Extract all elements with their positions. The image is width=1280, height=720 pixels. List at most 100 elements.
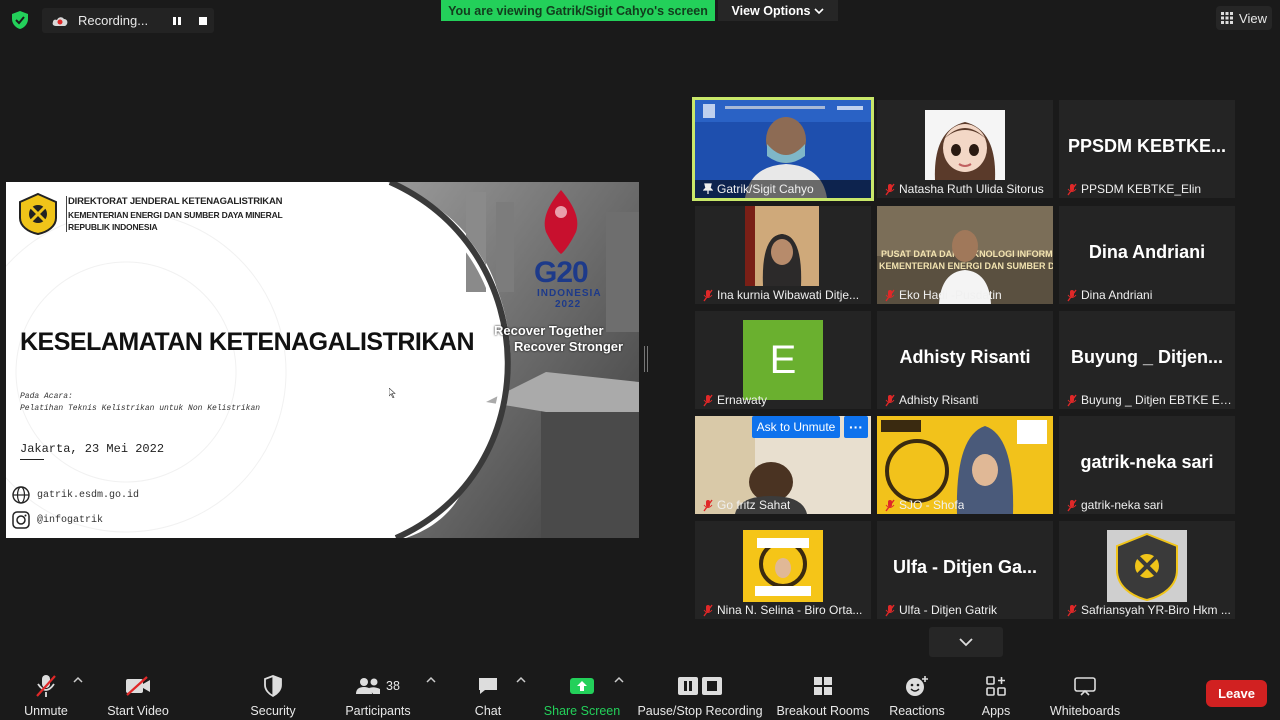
panel-splitter[interactable] (644, 346, 648, 372)
org-line-3: REPUBLIK INDONESIA (68, 222, 158, 232)
breakout-rooms-button[interactable]: Breakout Rooms (776, 664, 870, 720)
participant-name: Gatrik/Sigit Cahyo (703, 182, 814, 196)
video-tile-safriansyah[interactable]: Safriansyah YR-Biro Hkm ... (1059, 521, 1235, 619)
video-tile-eko-hadi[interactable]: PUSAT DATA DAN TEKNOLOGI INFORMASI KEMEN… (877, 206, 1053, 304)
security-button[interactable]: Security (245, 664, 301, 720)
security-shield-icon[interactable] (10, 10, 30, 30)
globe-icon (12, 486, 30, 504)
video-tile-ulfa[interactable]: Ulfa - Ditjen Ga... Ulfa - Ditjen Gatrik (877, 521, 1053, 619)
shield-icon (263, 672, 283, 700)
recording-indicator: Recording... (42, 8, 214, 33)
participant-video (745, 206, 819, 286)
meeting-toolbar: Unmute Start Video Security 38 Participa… (0, 664, 1280, 720)
muted-mic-icon (885, 183, 895, 195)
org-line-2: KEMENTERIAN ENERGI DAN SUMBER DAYA MINER… (68, 210, 283, 220)
video-tile-go-fritz-sahat[interactable]: Ask to Unmute ··· Go fritz Sahat (695, 416, 871, 514)
participant-name: PPSDM KEBTKE_Elin (1067, 182, 1201, 196)
avatar-letter: E (743, 320, 823, 400)
video-tile-dina-andriani[interactable]: Dina Andriani Dina Andriani (1059, 206, 1235, 304)
reactions-button[interactable]: Reactions (888, 664, 946, 720)
muted-mic-icon (1067, 394, 1077, 406)
participant-display-name: Ulfa - Ditjen Ga... (892, 557, 1038, 577)
breakout-rooms-icon (813, 672, 833, 700)
muted-microphone-icon (35, 672, 57, 700)
g20-country: INDONESIA (537, 288, 602, 299)
apps-icon (986, 672, 1006, 700)
video-tile-ina-kurnia[interactable]: Ina kurnia Wibawati Ditje... (695, 206, 871, 304)
muted-mic-icon (885, 394, 895, 406)
view-layout-button[interactable]: View (1216, 6, 1272, 30)
share-screen-button[interactable]: Share Screen (544, 664, 620, 720)
participant-display-name: Dina Andriani (1088, 242, 1206, 262)
slide-date: Jakarta, 23 Mei 2022 (20, 442, 165, 456)
participant-name: Nina N. Selina - Biro Orta... (703, 603, 862, 617)
start-video-button[interactable]: Start Video (104, 664, 172, 720)
pin-icon (703, 183, 713, 194)
participants-button[interactable]: 38 Participants (343, 664, 413, 720)
video-tile-buyung[interactable]: Buyung _ Ditjen... Buyung _ Ditjen EBTKE… (1059, 311, 1235, 409)
esdm-logo-icon (19, 192, 57, 236)
participant-name: SJO - Shofa (885, 498, 964, 512)
muted-mic-icon (1067, 183, 1077, 195)
mouse-cursor-icon (389, 388, 396, 398)
participant-name: Ulfa - Ditjen Gatrik (885, 603, 997, 617)
leave-button[interactable]: Leave (1206, 680, 1267, 707)
slide-website: gatrik.esdm.go.id (37, 490, 140, 501)
recover-line-2: Recover Stronger (514, 339, 624, 354)
share-screen-caret-icon[interactable] (614, 676, 624, 684)
video-tile-ppsdm-kebtke[interactable]: PPSDM KEBTKE... PPSDM KEBTKE_Elin (1059, 100, 1235, 198)
muted-mic-icon (703, 604, 713, 616)
participants-count: 38 (386, 679, 400, 693)
pause-recording-button[interactable] (167, 11, 187, 31)
view-options-button[interactable]: View Options (718, 0, 838, 21)
gallery-next-page-button[interactable] (929, 627, 1003, 657)
video-tile-sjo-shofa[interactable]: SJO - Shofa (877, 416, 1053, 514)
g20-logo-text: G20 (534, 256, 589, 289)
video-tile-gatrik-sigit-cahyo[interactable]: Gatrik/Sigit Cahyo (692, 97, 874, 201)
video-tile-natasha[interactable]: Natasha Ruth Ulida Sitorus (877, 100, 1053, 198)
recording-label: Recording... (78, 13, 149, 28)
slide-title: KESELAMATAN KETENAGALISTRIKAN (20, 328, 475, 356)
participants-caret-icon[interactable] (426, 676, 436, 684)
video-tile-gatrik-neka-sari[interactable]: gatrik-neka sari gatrik-neka sari (1059, 416, 1235, 514)
g20-year: 2022 (555, 299, 582, 310)
viewing-screen-banner: You are viewing Gatrik/Sigit Cahyo's scr… (441, 0, 715, 21)
unmute-button[interactable]: Unmute (18, 664, 74, 720)
participant-name: Dina Andriani (1067, 288, 1152, 302)
video-tile-nina-selina[interactable]: Nina N. Selina - Biro Orta... (695, 521, 871, 619)
stop-recording-button[interactable] (193, 11, 213, 31)
participant-name: Natasha Ruth Ulida Sitorus (885, 182, 1044, 196)
avatar-cartoon (925, 110, 1005, 180)
audio-options-caret-icon[interactable] (73, 676, 83, 684)
svg-text:KEMENTERIAN ENERGI DAN SUMBER: KEMENTERIAN ENERGI DAN SUMBER DAYA MINER… (879, 261, 1053, 271)
chevron-down-icon (959, 638, 973, 647)
muted-mic-icon (703, 499, 713, 511)
pause-stop-recording-button[interactable]: Pause/Stop Recording (637, 664, 763, 720)
shared-screen[interactable]: DIREKTORAT JENDERAL KETENAGALISTRIKAN KE… (6, 182, 639, 538)
chevron-down-icon (814, 7, 825, 14)
video-tile-adhisty-risanti[interactable]: Adhisty Risanti Adhisty Risanti (877, 311, 1053, 409)
muted-mic-icon (1067, 499, 1077, 511)
participant-name: gatrik-neka sari (1067, 498, 1163, 512)
slide-background (6, 182, 639, 538)
more-options-button[interactable]: ··· (844, 416, 868, 438)
muted-mic-icon (885, 604, 895, 616)
ask-to-unmute-button[interactable]: Ask to Unmute (752, 416, 840, 438)
muted-mic-icon (1067, 289, 1077, 301)
chat-caret-icon[interactable] (516, 676, 526, 684)
participant-display-name: gatrik-neka sari (1080, 452, 1214, 472)
muted-mic-icon (1067, 604, 1077, 616)
instagram-icon (12, 511, 30, 529)
slide-instagram: @infogatrik (37, 515, 104, 526)
share-screen-icon (569, 672, 595, 700)
participant-display-name: Buyung _ Ditjen... (1070, 347, 1223, 367)
muted-mic-icon (703, 289, 713, 301)
chat-button[interactable]: Chat (468, 664, 508, 720)
whiteboards-button[interactable]: Whiteboards (1046, 664, 1124, 720)
video-tile-ernawaty[interactable]: E Ernawaty (695, 311, 871, 409)
view-options-label: View Options (731, 3, 811, 18)
slide-acara-label: Pada Acara: (20, 392, 73, 401)
org-separator (66, 196, 67, 232)
apps-button[interactable]: Apps (976, 664, 1016, 720)
recover-line-1: Recover Together (494, 323, 604, 338)
